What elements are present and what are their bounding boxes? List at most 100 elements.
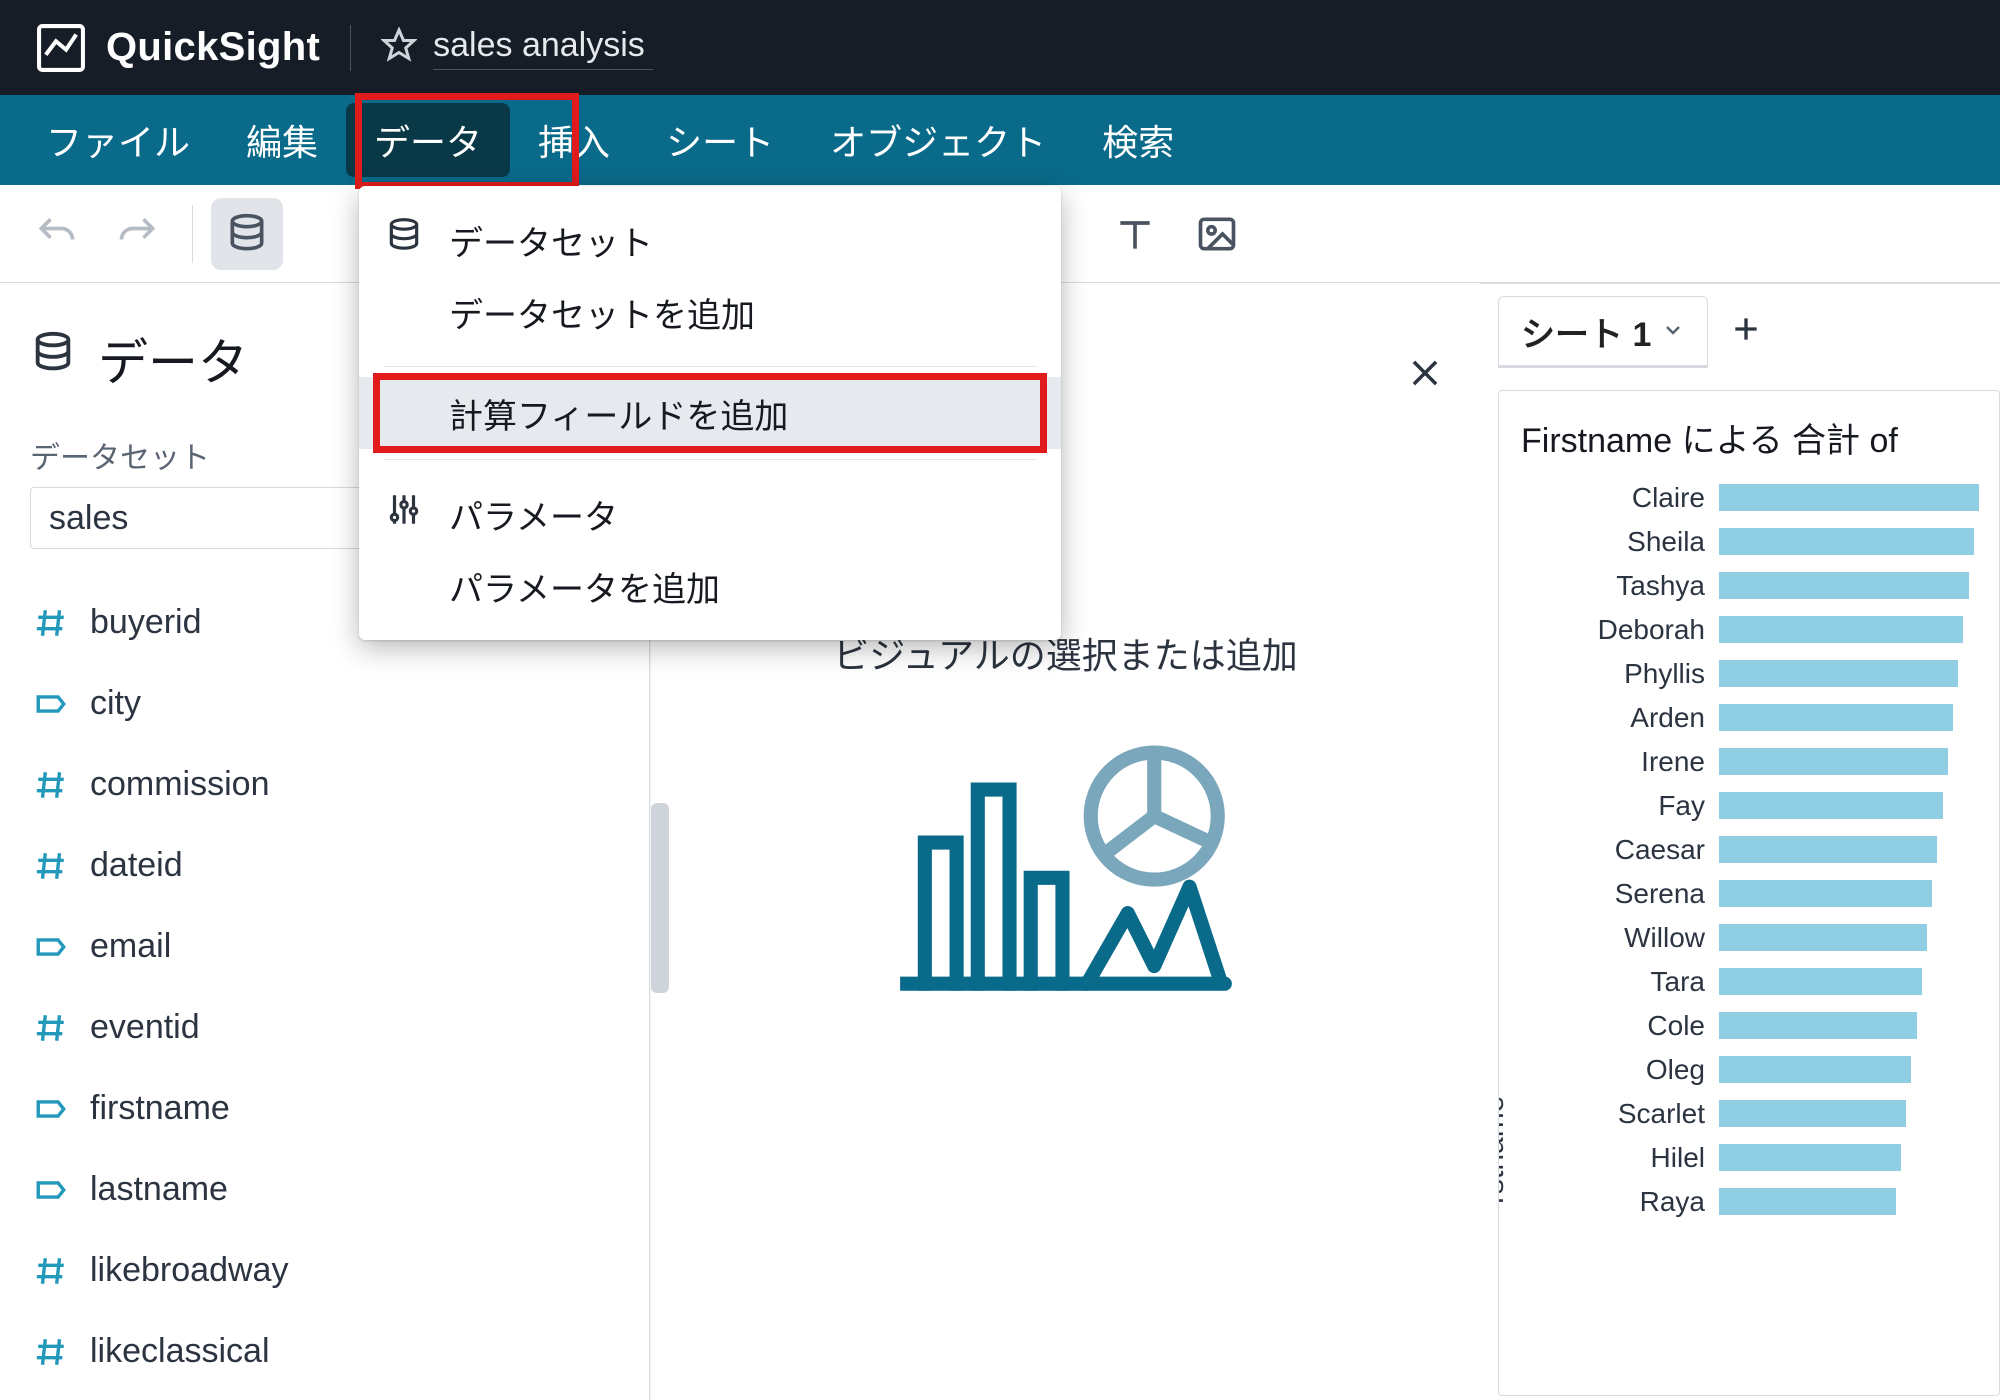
field-name: likeclassical: [90, 1332, 270, 1371]
menu-edit[interactable]: 編集: [218, 95, 346, 185]
scrollbar-thumb[interactable]: [651, 803, 669, 993]
field-item[interactable]: commission: [30, 765, 619, 804]
hash-icon: [30, 768, 72, 802]
field-name: lastname: [90, 1170, 228, 1209]
chart-row: Raya: [1555, 1180, 1999, 1224]
field-item[interactable]: lastname: [30, 1170, 619, 1209]
menu-file[interactable]: ファイル: [18, 95, 218, 185]
chart-bar: [1719, 704, 1953, 732]
chart-bar: [1719, 484, 1979, 512]
menu-label: 検索: [1102, 114, 1174, 166]
menu-data[interactable]: データ: [346, 103, 510, 177]
hash-icon: [30, 849, 72, 883]
quicksight-logo-icon: [34, 21, 88, 75]
dropdown-add-calc-field[interactable]: 計算フィールドを追加: [359, 377, 1061, 449]
chart-row: Oleg: [1555, 1048, 1999, 1092]
chart-category-label: Tara: [1555, 966, 1705, 998]
chart-category-label: Deborah: [1555, 614, 1705, 646]
undo-button[interactable]: [20, 198, 92, 270]
chart-row: Hilel: [1555, 1136, 1999, 1180]
field-list: buyerid city commission dateid email eventid f…: [30, 603, 619, 1371]
brand-name: QuickSight: [106, 25, 320, 70]
field-name: email: [90, 927, 171, 966]
chart-card[interactable]: Firstname による 合計 of rstname ClaireSheila…: [1498, 390, 2000, 1396]
chart-category-label: Serena: [1555, 878, 1705, 910]
data-heading-text: データ: [98, 323, 248, 395]
data-dropdown: データセット データセットを追加 計算フィールドを追加 パラメータ パラメータを…: [359, 186, 1061, 640]
chart-bar: [1719, 880, 1932, 908]
menu-label: ファイル: [46, 114, 190, 166]
field-item[interactable]: dateid: [30, 846, 619, 885]
chart-bar: [1719, 1100, 1906, 1128]
field-item[interactable]: email: [30, 927, 619, 966]
dropdown-label: 計算フィールドを追加: [449, 389, 788, 438]
chart-row: Tara: [1555, 960, 1999, 1004]
chart-category-label: Tashya: [1555, 570, 1705, 602]
chart-row: Scarlet: [1555, 1092, 1999, 1136]
hash-icon: [30, 1011, 72, 1045]
dropdown-label: データセットを追加: [449, 288, 755, 337]
image-tool[interactable]: [1181, 198, 1253, 270]
dropdown-label: パラメータを追加: [449, 562, 720, 611]
chart-row: Sheila: [1555, 520, 1999, 564]
add-sheet-button[interactable]: [1720, 310, 1772, 355]
field-name: likebroadway: [90, 1251, 288, 1290]
chart-category-label: Caesar: [1555, 834, 1705, 866]
chart-title: Firstname による 合計 of: [1521, 413, 1999, 462]
chart-category-label: Fay: [1555, 790, 1705, 822]
chart-row: Arden: [1555, 696, 1999, 740]
tag-icon: [30, 1173, 72, 1207]
chart-row: Caesar: [1555, 828, 1999, 872]
tab-label: シート 1: [1521, 307, 1651, 356]
document-title[interactable]: sales analysis: [433, 26, 653, 70]
chart-panel: シート 1 Firstname による 合計 of rstname Claire…: [1480, 283, 2000, 1400]
chart-row: Cole: [1555, 1004, 1999, 1048]
chart-bar: [1719, 748, 1948, 776]
field-item[interactable]: likebroadway: [30, 1251, 619, 1290]
chart-bar: [1719, 924, 1927, 952]
close-icon[interactable]: [1406, 354, 1444, 397]
document-title-wrap[interactable]: sales analysis: [381, 26, 653, 70]
tag-icon: [30, 687, 72, 721]
chart-row: Tashya: [1555, 564, 1999, 608]
dataset-select-value: sales: [49, 499, 128, 538]
field-item[interactable]: likeclassical: [30, 1332, 619, 1371]
chart-bar: [1719, 836, 1937, 864]
text-tool[interactable]: [1099, 198, 1171, 270]
field-item[interactable]: city: [30, 684, 619, 723]
menu-label: 編集: [246, 114, 318, 166]
sheet-tabs: シート 1: [1480, 284, 2000, 380]
visual-illustration-icon: [687, 719, 1444, 1019]
chart-category-label: Phyllis: [1555, 658, 1705, 690]
data-pane-toggle[interactable]: [211, 198, 283, 270]
chart-category-label: Irene: [1555, 746, 1705, 778]
hash-icon: [30, 1335, 72, 1369]
field-item[interactable]: firstname: [30, 1089, 619, 1128]
menu-sheet[interactable]: シート: [638, 95, 802, 185]
field-name: dateid: [90, 846, 183, 885]
chart-row: Serena: [1555, 872, 1999, 916]
menu-label: オブジェクト: [830, 114, 1046, 166]
chevron-down-icon[interactable]: [1661, 312, 1685, 351]
chart-category-label: Scarlet: [1555, 1098, 1705, 1130]
menu-label: シート: [666, 114, 774, 166]
redo-button[interactable]: [102, 198, 174, 270]
chart-bar: [1719, 528, 1974, 556]
chart-category-label: Oleg: [1555, 1054, 1705, 1086]
chart-bar: [1719, 572, 1969, 600]
chart-bar: [1719, 616, 1963, 644]
dropdown-add-dataset[interactable]: データセットを追加: [359, 276, 1061, 348]
menu-search[interactable]: 検索: [1074, 95, 1202, 185]
favorite-star-icon[interactable]: [381, 27, 417, 68]
field-item[interactable]: eventid: [30, 1008, 619, 1047]
sliders-icon: [385, 491, 423, 538]
chart-row: Deborah: [1555, 608, 1999, 652]
sheet-tab-1[interactable]: シート 1: [1498, 296, 1708, 368]
chart-row: Irene: [1555, 740, 1999, 784]
menu-object[interactable]: オブジェクト: [802, 95, 1074, 185]
chart-bar: [1719, 1056, 1911, 1084]
menu-insert[interactable]: 挿入: [510, 95, 638, 185]
menu-label: データ: [374, 114, 482, 166]
dropdown-add-parameter[interactable]: パラメータを追加: [359, 550, 1061, 622]
field-name: buyerid: [90, 603, 202, 642]
